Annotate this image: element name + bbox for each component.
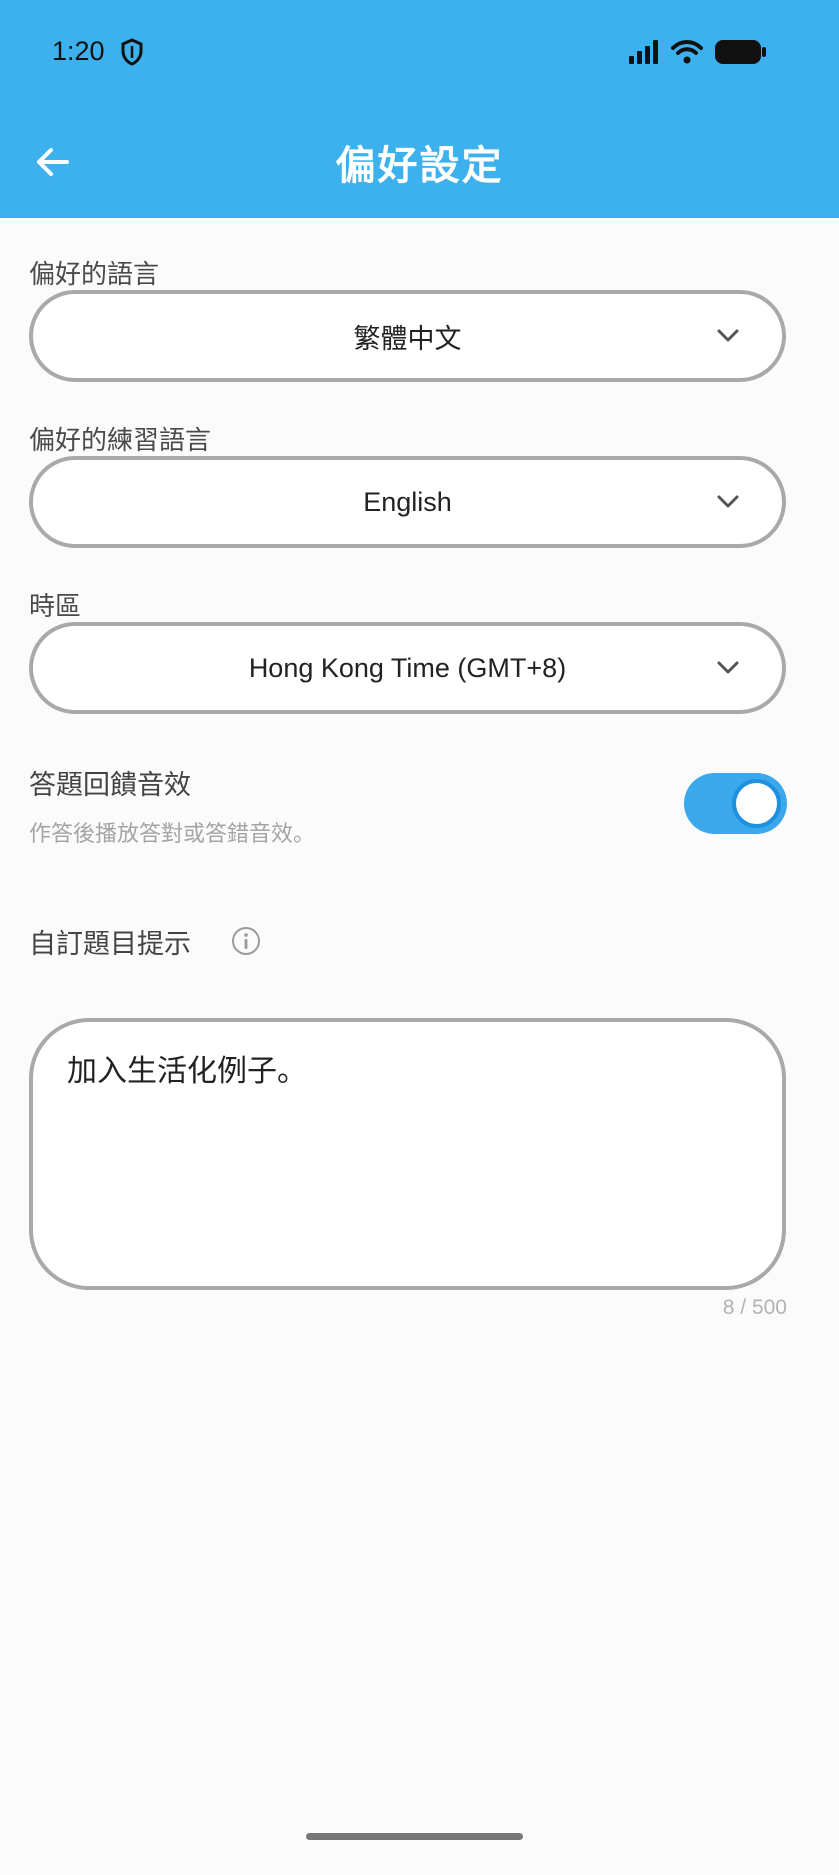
sound-feedback-description: 作答後播放答對或答錯音效。 (29, 822, 316, 847)
status-icons (629, 38, 767, 66)
wifi-icon (671, 40, 703, 64)
toggle-knob (732, 779, 781, 828)
shield-icon (121, 38, 143, 66)
language-select-value: 繁體中文 (353, 323, 462, 354)
chevron-down-icon (717, 329, 739, 342)
practice-language-select[interactable]: English (29, 456, 786, 548)
app-header: 1:20 偏好設定 (0, 0, 839, 218)
sound-feedback-title: 答題回饋音效 (29, 770, 191, 801)
home-indicator (306, 1833, 523, 1840)
signal-icon (629, 40, 658, 64)
info-icon[interactable] (231, 926, 261, 956)
custom-hint-title: 自訂題目提示 (29, 929, 191, 960)
language-select[interactable]: 繁體中文 (29, 290, 786, 382)
chevron-down-icon (717, 661, 739, 674)
language-label: 偏好的語言 (29, 260, 160, 290)
chevron-down-icon (717, 495, 739, 508)
timezone-select-value: Hong Kong Time (GMT+8) (248, 652, 567, 683)
timezone-select[interactable]: Hong Kong Time (GMT+8) (29, 622, 786, 714)
custom-hint-value: 加入生活化例子。 (67, 1054, 307, 1089)
timezone-label: 時區 (29, 592, 82, 622)
character-counter: 8 / 500 (722, 1296, 787, 1319)
practice-language-label: 偏好的練習語言 (29, 426, 212, 456)
battery-icon (715, 40, 766, 64)
status-time: 1:20 (52, 36, 105, 66)
preferences-screen: 1:20 偏好設定 偏好的語言 繁體中文 偏好的練習語言 English 時區 … (0, 0, 839, 1875)
custom-hint-textarea[interactable]: 加入生活化例子。 (29, 1018, 786, 1290)
sound-feedback-toggle[interactable] (684, 773, 787, 834)
practice-language-select-value: English (363, 486, 452, 517)
page-title: 偏好設定 (335, 143, 504, 189)
